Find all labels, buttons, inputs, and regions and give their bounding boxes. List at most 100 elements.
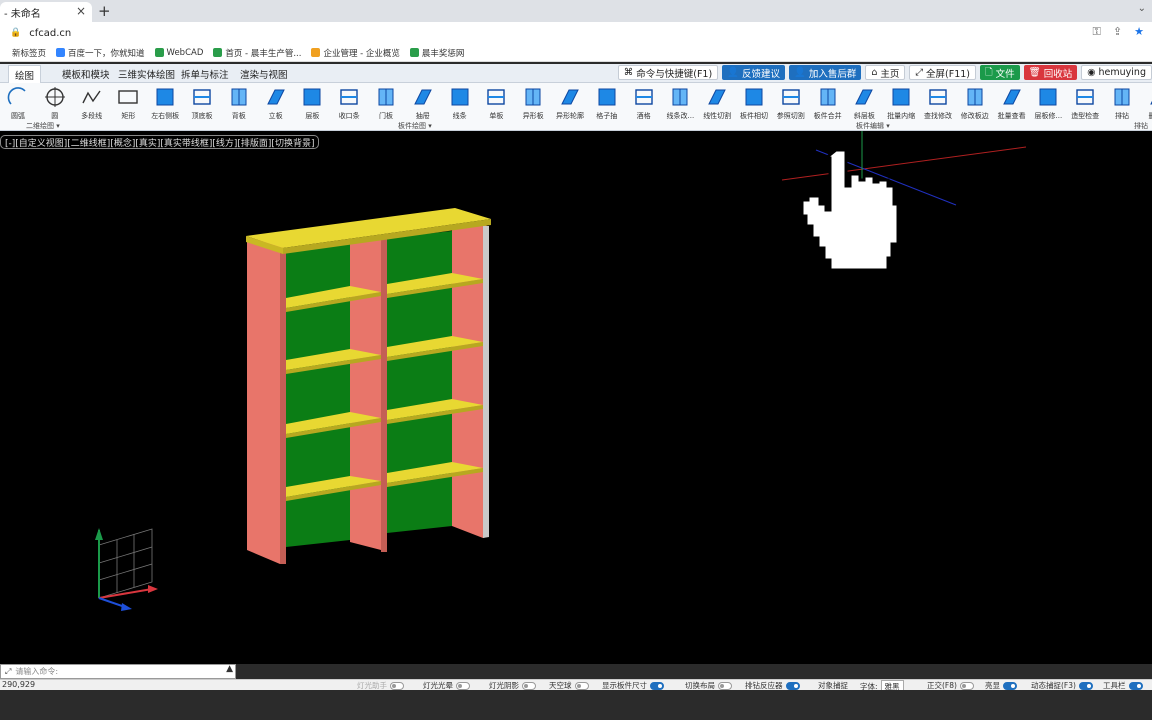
ribbon-tool[interactable]: 排钻 <box>1102 84 1142 121</box>
ribbon-group-labels: 二维绘图 ▾ 板件绘图 ▾ 板件编辑 ▾ 排钻 <box>0 121 1152 131</box>
top-button[interactable]: ⌂ 主页 <box>865 65 906 80</box>
command-line[interactable]: ⤢ 请输入命令: ▲ <box>0 664 236 679</box>
bookmark-item[interactable]: 首页 - 晨丰生产管... <box>213 47 301 59</box>
ribbon-tool[interactable]: 多段线 <box>72 84 112 121</box>
url-field[interactable]: cfcad.cn <box>29 28 71 39</box>
browser-tab-bar: - 未命名 × + ⌄ <box>0 0 1152 22</box>
ribbon-tool[interactable]: 板件合并 <box>808 84 848 121</box>
toggle-switch[interactable] <box>785 681 800 690</box>
ribbon-tool-label: 收口条 <box>338 112 360 120</box>
tab-render-view[interactable]: 渲染与视图 <box>240 67 288 81</box>
ribbon-tool[interactable]: 斜层板 <box>844 84 884 121</box>
ribbon-tool[interactable]: 层板修... <box>1028 84 1068 121</box>
share-icon[interactable]: ⇪ <box>1113 25 1122 39</box>
toggle-switch[interactable] <box>1128 681 1143 690</box>
ribbon-tool[interactable]: 单板 <box>476 84 516 121</box>
tab-draw[interactable]: 绘图 <box>8 65 42 83</box>
toggle-switch[interactable] <box>522 681 536 690</box>
command-history-arrow-icon[interactable]: ▲ <box>226 664 233 674</box>
tab-close-icon[interactable]: × <box>76 4 86 18</box>
new-tab-button[interactable]: + <box>98 2 111 20</box>
ribbon-tool[interactable]: 查找修改 <box>918 84 958 121</box>
bookmark-label: 新标签页 <box>12 48 47 59</box>
bookmark-label: 企业管理 - 企业概览 <box>323 48 400 59</box>
tab-templates[interactable]: 模板和模块 <box>62 67 110 81</box>
toggle-switch[interactable] <box>650 681 664 690</box>
bookcase-model[interactable] <box>246 208 491 564</box>
top-button[interactable]: 🗑 回收站 <box>1023 65 1078 80</box>
ribbon-tool[interactable]: 批量查看 <box>992 84 1032 121</box>
toggle-switch[interactable] <box>390 681 404 690</box>
top-button-icon: ⌘ <box>623 67 634 78</box>
right-side-panel <box>452 224 487 538</box>
ribbon-tool[interactable]: 层板 <box>292 84 332 121</box>
top-button[interactable]: 👤 反馈建议 <box>722 65 786 80</box>
ribbon-tool[interactable]: 线性切割 <box>697 84 737 121</box>
ribbon-tool[interactable]: 异形轮廓 <box>550 84 590 121</box>
tab-3d-solid[interactable]: 三维实体绘图 <box>118 67 175 81</box>
ribbon-tool[interactable]: 线条改... <box>660 84 700 121</box>
ribbon-tool[interactable]: 圆弧 <box>0 84 38 121</box>
cad-viewport[interactable]: [-][自定义视图][二维线框][概念][真实][真实带线框][线方][排版面]… <box>0 131 1152 664</box>
ribbon-tool[interactable]: 线条 <box>440 84 480 121</box>
ribbon-tool[interactable]: 修改板边 <box>955 84 995 121</box>
ribbon-tool[interactable]: 顶底板 <box>182 84 222 121</box>
ribbon-tool[interactable]: 圆 <box>35 84 75 121</box>
ribbon-tool-label: 立板 <box>268 112 283 120</box>
lock-icon[interactable]: 🔒 <box>10 28 21 38</box>
key-icon[interactable]: ⚿ <box>1093 25 1101 39</box>
ribbon-tool-label: 参照切割 <box>776 112 805 120</box>
ribbon-tool[interactable]: 参照切割 <box>771 84 811 121</box>
ribbon-tool[interactable]: 抽屉 <box>403 84 443 121</box>
ribbon-tool-label: 层板 <box>305 112 320 120</box>
bookmark-item[interactable]: 新标签页 <box>0 47 46 59</box>
ribbon-tool[interactable]: 板件相切 <box>734 84 774 121</box>
ribbon-tool-label: 层板修... <box>1034 112 1063 120</box>
tab-list-chevron-icon[interactable]: ⌄ <box>1138 3 1146 14</box>
ribbon-tool[interactable]: 立板 <box>256 84 296 121</box>
top-button[interactable]: ◉ hemuying <box>1081 65 1152 80</box>
app-menu-bar: 绘图 模板和模块 三维实体绘图 拆单与标注 渲染与视图 ⌘ 命令与快捷键(F1) 👤… <box>0 64 1152 83</box>
toggle-switch[interactable] <box>718 681 732 690</box>
bookmark-item[interactable]: 晨丰奖惩网 <box>409 47 464 59</box>
top-button[interactable]: 🗋 文件 <box>980 65 1020 80</box>
ribbon-tool[interactable]: 造型检查 <box>1065 84 1105 121</box>
bookmark-item[interactable]: 百度一下，你就知道 <box>56 47 145 59</box>
ribbon-tool[interactable]: 矩形 <box>108 84 148 121</box>
circle-icon <box>44 87 65 107</box>
toggle-switch[interactable] <box>574 681 589 690</box>
ribbon-tool[interactable]: 删除... <box>1139 84 1152 121</box>
drill-icon <box>1114 88 1130 106</box>
ribbon-tool[interactable]: 左右侧板 <box>145 84 185 121</box>
bookmark-label: 百度一下，你就知道 <box>68 48 145 59</box>
ribbon-tool-label: 斜层板 <box>853 112 875 120</box>
ribbon-tool[interactable]: 异形板 <box>513 84 553 121</box>
ribbon-tool[interactable]: 背板 <box>219 84 259 121</box>
ribbon-tool[interactable]: 收口条 <box>329 84 369 121</box>
ribbon-tool[interactable]: 酒格 <box>624 84 664 121</box>
top-button[interactable]: ⤢ 全屏(F11) <box>909 65 976 80</box>
toggle-switch[interactable] <box>1003 681 1017 690</box>
bookmark-star-icon[interactable]: ★ <box>1134 25 1144 39</box>
toggle-switch[interactable] <box>1078 681 1093 690</box>
shelf-panel-icon <box>303 88 321 106</box>
command-expand-icon[interactable]: ⤢ <box>5 667 11 677</box>
ribbon-tool-label: 查找修改 <box>924 112 952 120</box>
ribbon-tool-label: 造型检查 <box>1071 112 1100 120</box>
bookmark-item[interactable]: 企业管理 - 企业概览 <box>311 47 400 59</box>
group-panel-draw: 板件绘图 ▾ <box>398 122 432 130</box>
command-input[interactable]: 请输入命令: <box>15 666 58 677</box>
browser-tab[interactable]: - 未命名 × <box>0 2 92 22</box>
top-button[interactable]: ⌘ 命令与快捷键(F1) <box>617 65 719 80</box>
ribbon-tool-label: 酒格 <box>636 112 651 120</box>
toggle-switch[interactable] <box>959 681 974 690</box>
ribbon-tool[interactable]: 门板 <box>366 84 406 121</box>
top-button-label: 加入售后群 <box>808 68 857 80</box>
coordinate-readout: 290,929 <box>2 680 36 689</box>
top-button[interactable]: 👤 加入售后群 <box>789 65 862 80</box>
ribbon-tool[interactable]: 批量内缩 <box>881 84 921 121</box>
toggle-switch[interactable] <box>456 681 470 690</box>
bookmark-item[interactable]: WebCAD <box>154 48 203 58</box>
ribbon-tool[interactable]: 格子抽 <box>587 84 627 121</box>
tab-split-annotate[interactable]: 拆单与标注 <box>181 67 229 81</box>
